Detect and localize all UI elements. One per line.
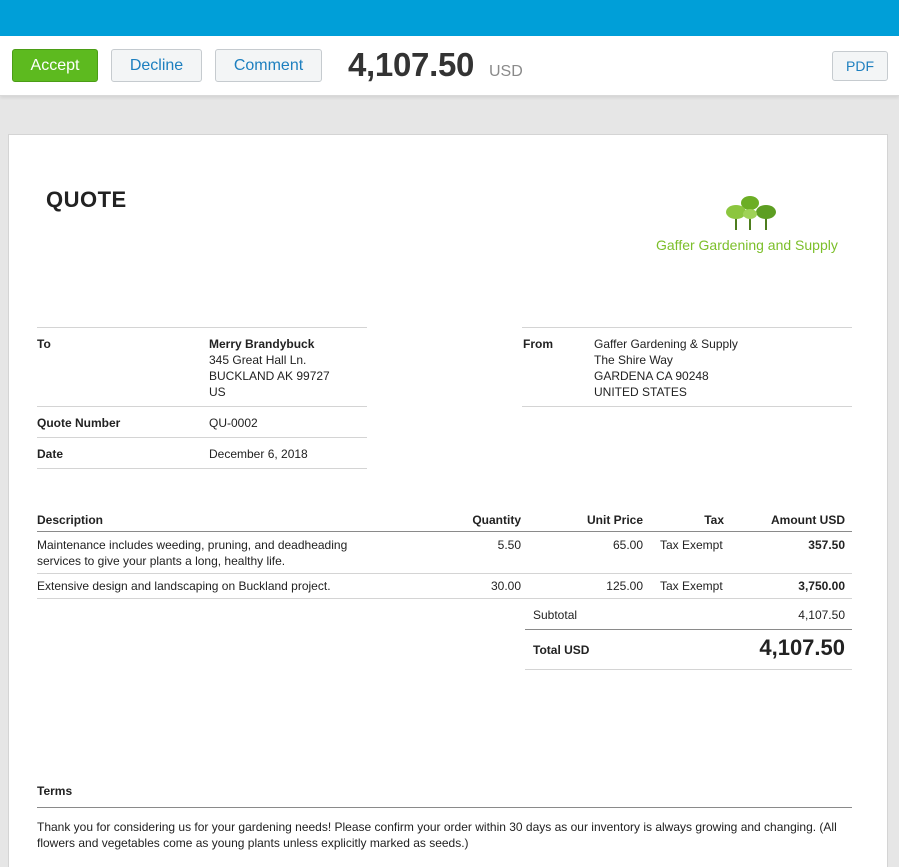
divider bbox=[37, 468, 367, 469]
divider bbox=[37, 327, 367, 328]
accept-button[interactable]: Accept bbox=[12, 49, 98, 82]
row-description-line: Maintenance includes weeding, pruning, a… bbox=[37, 538, 348, 552]
page-title: QUOTE bbox=[46, 187, 127, 212]
from-label: From bbox=[523, 337, 553, 351]
pdf-button[interactable]: PDF bbox=[832, 51, 888, 81]
terms-heading: Terms bbox=[37, 784, 73, 798]
quote-number-label: Quote Number bbox=[37, 416, 121, 430]
column-header-quantity: Quantity bbox=[472, 513, 521, 527]
quote-total-currency: USD bbox=[489, 63, 523, 80]
divider bbox=[37, 531, 852, 532]
divider bbox=[37, 807, 852, 808]
divider bbox=[522, 406, 852, 407]
recipient-name: Merry Brandybuck bbox=[209, 337, 315, 351]
recipient-address-line: BUCKLAND AK 99727 bbox=[209, 369, 330, 383]
terms-text-line: flowers and vegetables come as young pla… bbox=[37, 836, 469, 850]
divider bbox=[37, 598, 852, 599]
company-logo-text: Gaffer Gardening and Supply bbox=[656, 237, 838, 253]
row-amount: 3,750.00 bbox=[798, 579, 845, 593]
to-label: To bbox=[37, 337, 51, 351]
quote-document: QUOTE Gaffer Gardening and Supply To Mer… bbox=[8, 134, 888, 867]
top-header-bar bbox=[0, 0, 899, 36]
divider bbox=[525, 629, 852, 630]
divider bbox=[37, 437, 367, 438]
sender-address-line: The Shire Way bbox=[594, 353, 673, 367]
column-header-amount: Amount USD bbox=[771, 513, 845, 527]
row-quantity: 5.50 bbox=[497, 538, 521, 552]
total-value: 4,107.50 bbox=[759, 635, 845, 660]
divider bbox=[37, 573, 852, 574]
date-value: December 6, 2018 bbox=[209, 447, 308, 461]
row-amount: 357.50 bbox=[808, 538, 845, 552]
trees-logo-icon bbox=[726, 196, 776, 230]
decline-button[interactable]: Decline bbox=[111, 49, 202, 82]
date-label: Date bbox=[37, 447, 64, 461]
subtotal-label: Subtotal bbox=[533, 608, 578, 622]
row-unit-price: 65.00 bbox=[612, 538, 643, 552]
row-quantity: 30.00 bbox=[490, 579, 521, 593]
divider bbox=[525, 669, 852, 670]
terms-text-line: Thank you for considering us for your ga… bbox=[37, 820, 837, 834]
divider bbox=[522, 327, 852, 328]
subtotal-value: 4,107.50 bbox=[798, 608, 845, 622]
sender-address-line: Gaffer Gardening & Supply bbox=[594, 337, 738, 351]
row-unit-price: 125.00 bbox=[606, 579, 643, 593]
quote-total-amount: 4,107.50 bbox=[348, 46, 475, 83]
row-description-line: Extensive design and landscaping on Buck… bbox=[37, 579, 331, 593]
row-description-line: services to give your plants a long, hea… bbox=[37, 554, 286, 568]
sender-address-line: UNITED STATES bbox=[594, 385, 687, 399]
quote-toolbar: Accept Decline Comment 4,107.50 USD PDF bbox=[0, 36, 899, 96]
recipient-address-line: US bbox=[209, 385, 226, 399]
comment-button[interactable]: Comment bbox=[215, 49, 322, 82]
quote-number-value: QU-0002 bbox=[209, 416, 258, 430]
divider bbox=[37, 406, 367, 407]
recipient-address-line: 345 Great Hall Ln. bbox=[209, 353, 307, 367]
total-label: Total USD bbox=[533, 643, 590, 657]
column-header-description: Description bbox=[37, 513, 104, 527]
sender-address-line: GARDENA CA 90248 bbox=[594, 369, 709, 383]
